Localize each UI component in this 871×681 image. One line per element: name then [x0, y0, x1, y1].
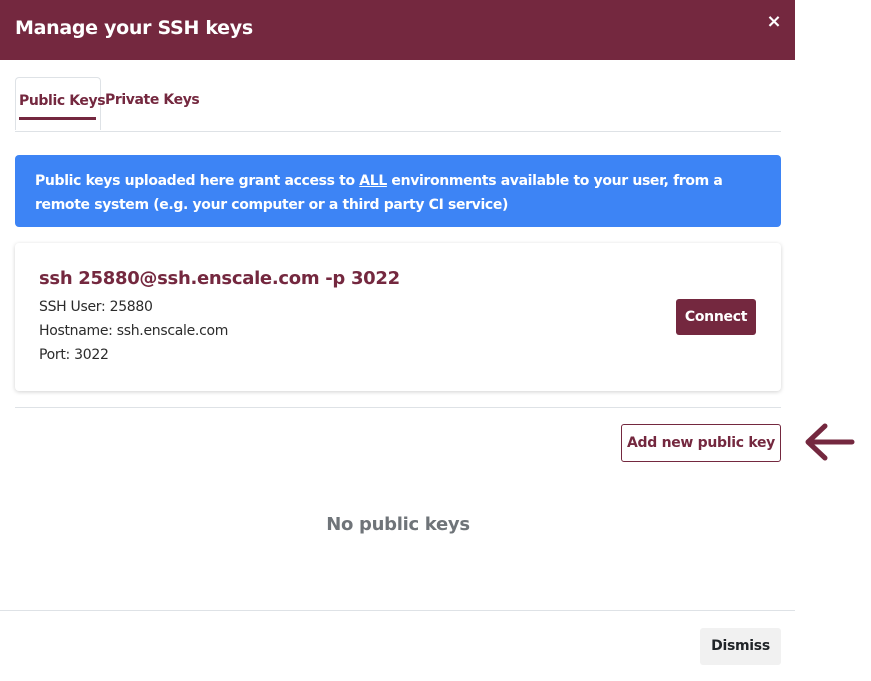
ssh-user: SSH User: 25880	[39, 299, 153, 315]
ssh-connection-card: ssh 25880@ssh.enscale.com -p 3022 SSH Us…	[15, 243, 781, 391]
connect-button[interactable]: Connect	[676, 299, 756, 335]
tab-public-keys-label: Public Keys	[19, 93, 106, 109]
modal-title: Manage your SSH keys	[15, 17, 253, 39]
active-tab-indicator	[19, 117, 96, 120]
ssh-keys-modal: Manage your SSH keys × Public Keys Priva…	[0, 0, 795, 681]
ssh-hostname: Hostname: ssh.enscale.com	[39, 323, 229, 339]
info-alert: Public keys uploaded here grant access t…	[15, 155, 781, 227]
close-icon[interactable]: ×	[764, 12, 784, 32]
section-divider	[15, 407, 781, 408]
tab-private-keys-label: Private Keys	[105, 92, 200, 108]
footer-divider	[0, 610, 795, 611]
alert-text-before: Public keys uploaded here grant access t…	[35, 173, 360, 189]
tab-bar: Public Keys Private Keys	[15, 77, 781, 132]
arrow-left-icon	[805, 423, 855, 461]
add-public-key-button[interactable]: Add new public key	[621, 424, 781, 462]
tab-public-keys[interactable]: Public Keys	[15, 77, 106, 130]
tab-private-keys[interactable]: Private Keys	[101, 77, 201, 130]
dismiss-button[interactable]: Dismiss	[700, 628, 781, 665]
modal-header: Manage your SSH keys ×	[0, 0, 795, 60]
alert-emphasis: ALL	[359, 173, 387, 189]
ssh-port: Port: 3022	[39, 347, 109, 363]
ssh-command: ssh 25880@ssh.enscale.com -p 3022	[39, 268, 400, 289]
empty-state-message: No public keys	[326, 514, 470, 535]
